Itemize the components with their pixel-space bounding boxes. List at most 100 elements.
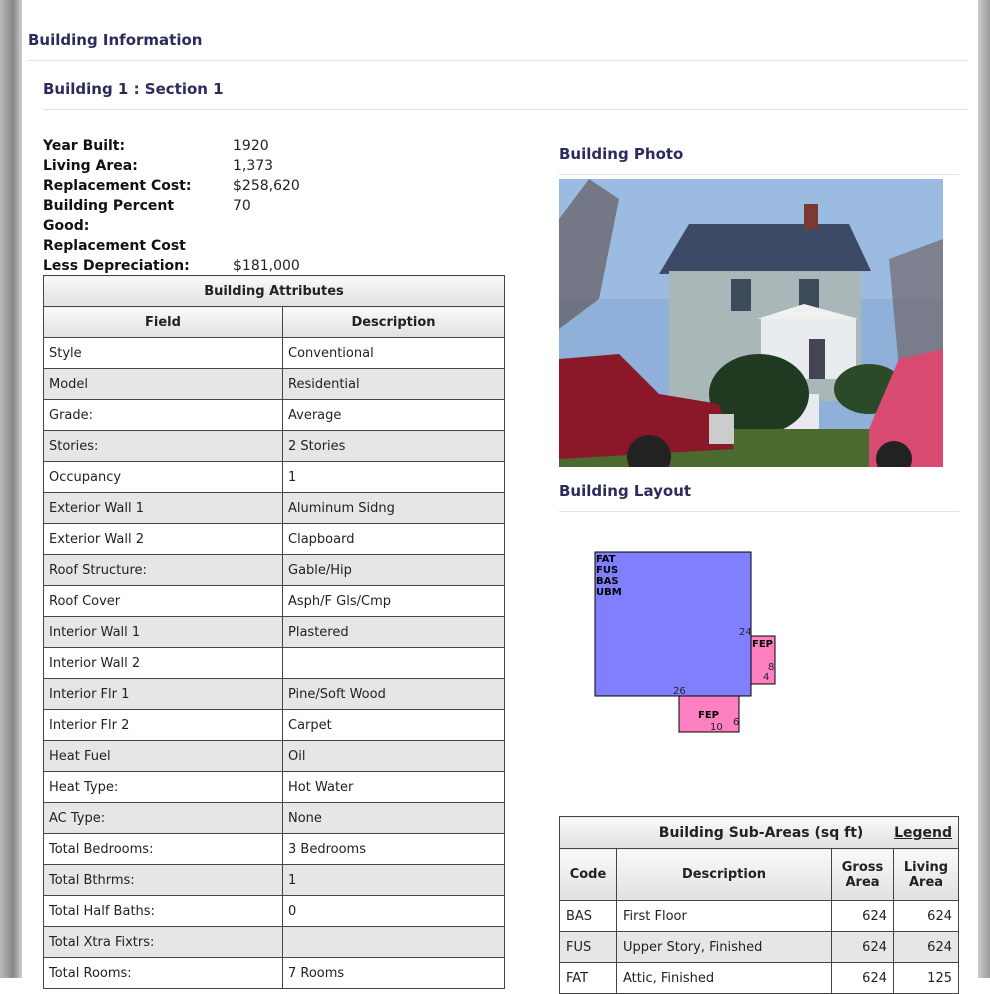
table-row: Total Half Baths: 0 <box>43 895 505 927</box>
sketch-label: FUS <box>596 565 618 576</box>
summary-row: Year Built: 1920 <box>43 136 300 156</box>
summary-value: $258,620 <box>233 178 300 194</box>
summary-label: Replacement Cost: <box>43 178 192 194</box>
table-row: Total Rooms: 7 Rooms <box>43 957 505 989</box>
sketch-dimension: 6 <box>733 717 739 728</box>
field-cell: Heat Fuel <box>43 740 283 772</box>
description-cell: Hot Water <box>282 771 505 803</box>
table-row: Style Conventional <box>43 337 505 369</box>
description-cell: Pine/Soft Wood <box>282 678 505 710</box>
summary-label: Good: <box>43 218 90 234</box>
field-cell: Interior Wall 2 <box>43 647 283 679</box>
gross-area-cell: 624 <box>831 962 894 994</box>
photo-title: Building Photo <box>559 145 684 163</box>
table-row: Interior Flr 1 Pine/Soft Wood <box>43 678 505 710</box>
field-cell: Style <box>43 337 283 369</box>
summary-row: Living Area: 1,373 <box>43 156 300 176</box>
field-cell: Occupancy <box>43 461 283 493</box>
field-cell: Stories: <box>43 430 283 462</box>
column-header: Description <box>616 848 832 901</box>
field-cell: Total Rooms: <box>43 957 283 989</box>
field-cell: Total Bthrms: <box>43 864 283 896</box>
description-cell: Plastered <box>282 616 505 648</box>
summary-label: Year Built: <box>43 138 126 154</box>
table-title: Building Attributes <box>43 275 505 307</box>
summary-label: Less Depreciation: <box>43 258 190 274</box>
sketch-label: UBM <box>596 587 622 598</box>
sketch-dimension: 26 <box>673 686 686 697</box>
section-title: Building Information <box>28 31 203 49</box>
summary-row: Replacement Cost <box>43 236 300 256</box>
description-cell: 3 Bedrooms <box>282 833 505 865</box>
page-shadow-left <box>0 0 22 978</box>
field-cell: Roof Structure: <box>43 554 283 586</box>
code-cell: BAS <box>559 900 617 932</box>
column-header: Description <box>282 306 505 338</box>
field-cell: Interior Flr 2 <box>43 709 283 741</box>
description-cell: Oil <box>282 740 505 772</box>
field-cell: Exterior Wall 2 <box>43 523 283 555</box>
table-row: Stories: 2 Stories <box>43 430 505 462</box>
table-row: Roof Structure: Gable/Hip <box>43 554 505 586</box>
field-cell: Interior Wall 1 <box>43 616 283 648</box>
summary-row: Replacement Cost: $258,620 <box>43 176 300 196</box>
living-area-cell: 624 <box>893 931 959 963</box>
summary-value: 1,373 <box>233 158 274 174</box>
field-cell: Heat Type: <box>43 771 283 803</box>
summary-row: Building Percent 70 <box>43 196 300 216</box>
description-cell: Average <box>282 399 505 431</box>
table-row: Occupancy 1 <box>43 461 505 493</box>
table-row: Exterior Wall 1 Aluminum Sidng <box>43 492 505 524</box>
table-row: Roof Cover Asph/F Gls/Cmp <box>43 585 505 617</box>
field-cell: Exterior Wall 1 <box>43 492 283 524</box>
table-row: Total Bedrooms: 3 Bedrooms <box>43 833 505 865</box>
column-header: Living Area <box>893 848 959 901</box>
legend-link[interactable]: Legend <box>894 825 952 841</box>
description-cell: Conventional <box>282 337 505 369</box>
layout-title: Building Layout <box>559 482 692 500</box>
divider <box>43 109 968 110</box>
divider <box>559 511 959 512</box>
main-area <box>594 551 752 697</box>
description-cell <box>282 926 505 958</box>
description-cell: First Floor <box>616 900 832 932</box>
table-row: Heat Fuel Oil <box>43 740 505 772</box>
sketch-dimension: 24 <box>739 627 752 638</box>
summary-row: Less Depreciation: $181,000 <box>43 256 300 276</box>
description-cell: Attic, Finished <box>616 962 832 994</box>
sketch-label: FEP <box>698 710 719 721</box>
description-cell: Gable/Hip <box>282 554 505 586</box>
table-row: FUS Upper Story, Finished 624 624 <box>559 931 959 963</box>
field-cell: Total Half Baths: <box>43 895 283 927</box>
field-cell: Total Xtra Fixtrs: <box>43 926 283 958</box>
sketch-dimension: 10 <box>710 722 723 733</box>
page-shadow-right <box>978 0 990 978</box>
column-header: Field <box>43 306 283 338</box>
living-area-cell: 624 <box>893 900 959 932</box>
building-photo[interactable] <box>559 179 943 467</box>
building-attributes-table: Building Attributes Field Description Sty… <box>43 275 505 989</box>
building-layout-sketch: FAT FUS BAS UBM FEP FEP 24 26 8 4 10 6 <box>594 551 776 733</box>
divider <box>559 174 959 175</box>
description-cell: 1 <box>282 864 505 896</box>
field-cell: Roof Cover <box>43 585 283 617</box>
field-cell: Total Bedrooms: <box>43 833 283 865</box>
description-cell: Residential <box>282 368 505 400</box>
summary-label: Replacement Cost <box>43 238 186 254</box>
table-row: BAS First Floor 624 624 <box>559 900 959 932</box>
summary-value: $181,000 <box>233 258 300 274</box>
description-cell: Asph/F Gls/Cmp <box>282 585 505 617</box>
description-cell: 2 Stories <box>282 430 505 462</box>
living-area-cell: 125 <box>893 962 959 994</box>
field-cell: Interior Flr 1 <box>43 678 283 710</box>
description-cell: Carpet <box>282 709 505 741</box>
summary-value: 1920 <box>233 138 269 154</box>
building-title: Building 1 : Section 1 <box>43 80 224 98</box>
table-title: Building Sub-Areas (sq ft) <box>658 824 864 841</box>
description-cell <box>282 647 505 679</box>
table-row: FAT Attic, Finished 624 125 <box>559 962 959 994</box>
divider <box>28 60 968 61</box>
table-row: Interior Wall 1 Plastered <box>43 616 505 648</box>
column-header: Gross Area <box>831 848 894 901</box>
table-row: Heat Type: Hot Water <box>43 771 505 803</box>
